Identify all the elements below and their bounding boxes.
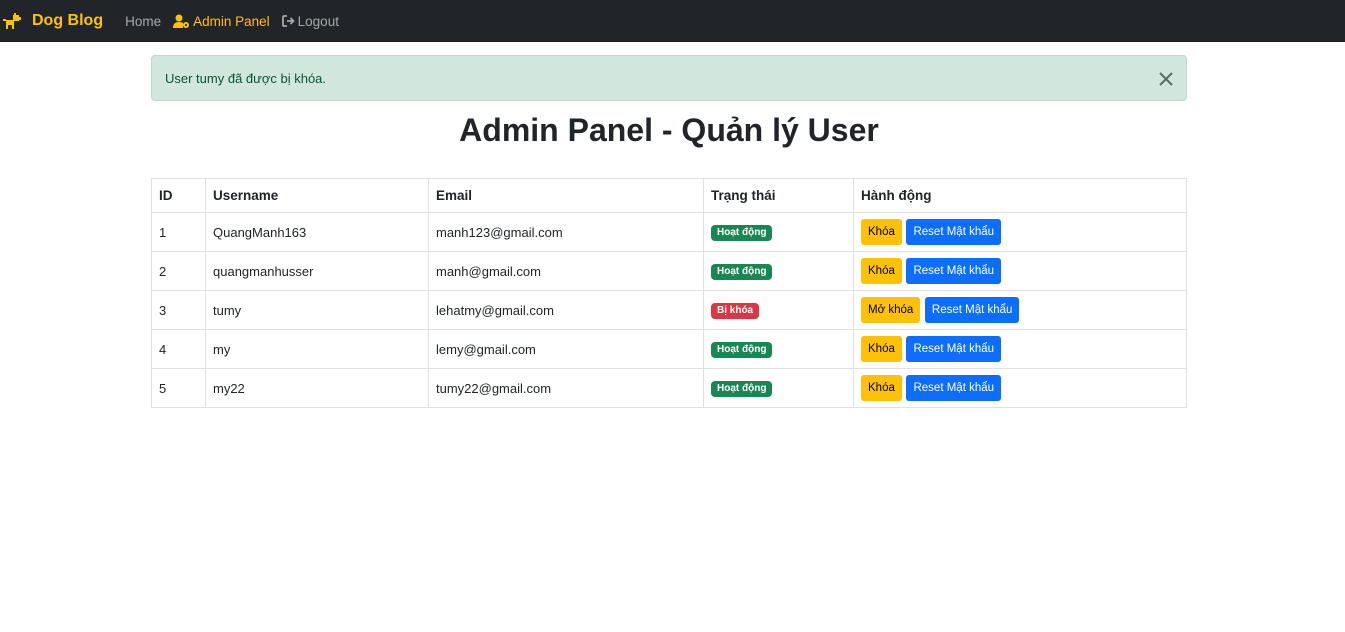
table-header-row: ID Username Email Trạng thái Hành động bbox=[151, 178, 1187, 213]
cell-id: 1 bbox=[151, 212, 206, 252]
nav-home[interactable]: Home bbox=[125, 14, 161, 29]
cell-status: Hoạt động bbox=[703, 212, 854, 252]
table-row: 5 my22 tumy22@gmail.com Hoạt động Khóa R… bbox=[151, 368, 1187, 408]
unlock-button[interactable]: Mở khóa bbox=[861, 297, 921, 323]
cell-id: 3 bbox=[151, 290, 206, 330]
header-actions: Hành động bbox=[853, 178, 1187, 213]
reset-password-button[interactable]: Reset Mật khẩu bbox=[906, 258, 1002, 284]
table-row: 4 my lemy@gmail.com Hoạt động Khóa Reset… bbox=[151, 329, 1187, 369]
cell-email: manh123@gmail.com bbox=[428, 212, 704, 252]
success-alert: User tumy đã được bị khóa. bbox=[151, 55, 1187, 101]
lock-button[interactable]: Khóa bbox=[861, 336, 902, 362]
cell-id: 2 bbox=[151, 251, 206, 291]
cell-actions: Mở khóa Reset Mật khẩu bbox=[853, 290, 1187, 330]
nav-logout-label: Logout bbox=[297, 13, 339, 29]
lock-button[interactable]: Khóa bbox=[861, 219, 902, 245]
status-badge: Hoạt động bbox=[711, 381, 773, 397]
brand-link[interactable]: Dog Blog bbox=[3, 12, 103, 30]
nav-admin-panel[interactable]: Admin Panel bbox=[173, 14, 270, 29]
status-badge: Hoạt động bbox=[711, 264, 773, 280]
lock-button[interactable]: Khóa bbox=[861, 258, 902, 284]
nav-home-label: Home bbox=[125, 13, 162, 29]
cell-username: QuangManh163 bbox=[205, 212, 429, 252]
cell-actions: Khóa Reset Mật khẩu bbox=[853, 251, 1187, 291]
header-status: Trạng thái bbox=[703, 178, 854, 213]
cell-email: tumy22@gmail.com bbox=[428, 368, 704, 408]
nav-logout[interactable]: Logout bbox=[281, 13, 339, 29]
cell-status: Hoạt động bbox=[703, 251, 854, 291]
cell-actions: Khóa Reset Mật khẩu bbox=[853, 329, 1187, 369]
cell-id: 5 bbox=[151, 368, 206, 408]
nav-admin-label: Admin Panel bbox=[193, 13, 270, 29]
table-row: 1 QuangManh163 manh123@gmail.com Hoạt độ… bbox=[151, 212, 1187, 252]
cell-username: quangmanhusser bbox=[205, 251, 429, 291]
cell-status: Bị khóa bbox=[703, 290, 854, 330]
cell-status: Hoạt động bbox=[703, 329, 854, 369]
page-title: Admin Panel - Quản lý User bbox=[459, 112, 879, 148]
status-badge: Bị khóa bbox=[711, 303, 760, 319]
user-gear-icon bbox=[173, 14, 190, 28]
users-table: ID Username Email Trạng thái Hành động 1… bbox=[151, 178, 1187, 408]
status-badge: Hoạt động bbox=[711, 342, 773, 358]
table-row: 3 tumy lehatmy@gmail.com Bị khóa Mở khóa… bbox=[151, 290, 1187, 330]
cell-email: lehatmy@gmail.com bbox=[428, 290, 704, 330]
table-row: 2 quangmanhusser manh@gmail.com Hoạt độn… bbox=[151, 251, 1187, 291]
alert-message: User tumy đã được bị khóa. bbox=[165, 70, 327, 86]
reset-password-button[interactable]: Reset Mật khẩu bbox=[906, 219, 1002, 245]
cell-actions: Khóa Reset Mật khẩu bbox=[853, 368, 1187, 408]
cell-username: tumy bbox=[205, 290, 429, 330]
lock-button[interactable]: Khóa bbox=[861, 375, 902, 401]
header-email: Email bbox=[428, 178, 704, 213]
cell-username: my22 bbox=[205, 368, 429, 408]
header-id: ID bbox=[151, 178, 206, 213]
cell-username: my bbox=[205, 329, 429, 369]
header-username: Username bbox=[205, 178, 429, 213]
cell-email: lemy@gmail.com bbox=[428, 329, 704, 369]
brand-name: Dog Blog bbox=[32, 12, 104, 29]
sign-out-icon bbox=[281, 15, 295, 27]
dog-icon bbox=[3, 13, 21, 29]
reset-password-button[interactable]: Reset Mật khẩu bbox=[906, 375, 1002, 401]
cell-status: Hoạt động bbox=[703, 368, 854, 408]
close-icon[interactable] bbox=[1156, 69, 1176, 89]
navbar: Dog Blog Home Admin Panel Logout bbox=[0, 0, 1345, 42]
cell-email: manh@gmail.com bbox=[428, 251, 704, 291]
cell-actions: Khóa Reset Mật khẩu bbox=[853, 212, 1187, 252]
status-badge: Hoạt động bbox=[711, 225, 773, 241]
reset-password-button[interactable]: Reset Mật khẩu bbox=[906, 336, 1002, 362]
cell-id: 4 bbox=[151, 329, 206, 369]
reset-password-button[interactable]: Reset Mật khẩu bbox=[924, 297, 1020, 323]
